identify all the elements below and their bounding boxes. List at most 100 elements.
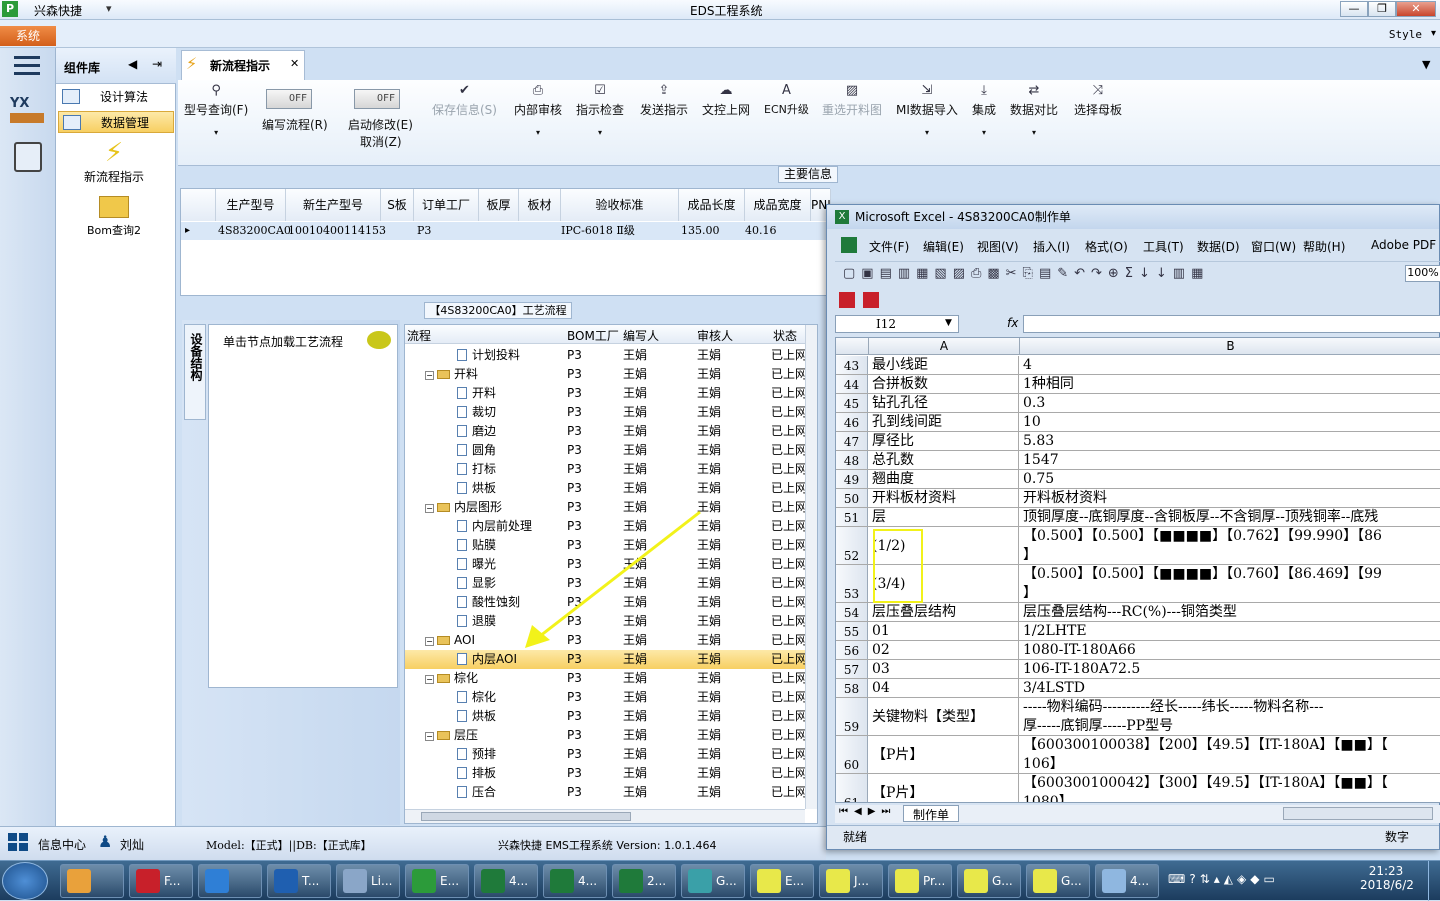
cell-b[interactable]: 3/4LSTD	[1020, 679, 1440, 697]
cell-a[interactable]: 关键物料【类型】	[869, 698, 1019, 735]
cell-b[interactable]: 【0.500】【0.500】【■■■■】【0.760】【86.469】【99 】	[1020, 565, 1440, 602]
reselect-cut-image-button[interactable]: ▨ 重选开料图	[822, 83, 882, 118]
collapse-icon[interactable]: −	[425, 675, 434, 684]
row-number[interactable]: 60	[836, 736, 868, 773]
doc-control-online-button[interactable]: ☁ 文控上网	[702, 83, 750, 118]
new-flow-instruction-item[interactable]: ⚡ 新流程指示	[56, 138, 172, 188]
menu-insert[interactable]: 插入(I)	[1033, 238, 1070, 255]
menu-adobe-pdf[interactable]: Adobe PDF	[1371, 238, 1436, 252]
column-header[interactable]: 编写人	[623, 327, 659, 344]
cancel-modify-button[interactable]: 取消(Z)	[360, 133, 402, 150]
menu-data[interactable]: 数据(D)	[1197, 238, 1240, 255]
row-number[interactable]: 46	[836, 413, 868, 431]
save-info-button[interactable]: ✔ 保存信息(S)	[432, 83, 497, 118]
column-header[interactable]: 新生产型号	[286, 189, 381, 221]
worksheet-row[interactable]: 50 开料板材资料 开料板材资料	[836, 489, 1440, 508]
horizontal-scrollbar[interactable]	[1283, 807, 1433, 820]
restore-button[interactable]: ❐	[1368, 1, 1396, 17]
name-box-dropdown-icon[interactable]: ▼	[945, 318, 952, 328]
tree-row[interactable]: 曝光 P3 王娟 王娟 已上网	[405, 555, 815, 574]
cell-b[interactable]: 顶铜厚度--底铜厚度--含铜板厚--不含铜厚--顶残铜率--底残	[1020, 508, 1440, 526]
cell-b[interactable]: 【0.500】【0.500】【■■■■】【0.762】【99.990】【86 】	[1020, 527, 1440, 564]
menu-format[interactable]: 格式(O)	[1085, 238, 1128, 255]
cell-b[interactable]: 5.83	[1020, 432, 1440, 450]
column-header[interactable]: 成品长度	[679, 189, 745, 221]
worksheet-row[interactable]: 60 【P片】 【600300100038】【200】【49.5】【IT-180A】…	[836, 736, 1440, 774]
select-all-corner[interactable]	[836, 338, 869, 355]
collapse-icon[interactable]: −	[425, 732, 434, 741]
tree-row[interactable]: 计划投料 P3 王娟 王娟 已上网	[405, 346, 815, 365]
formula-bar[interactable]	[1023, 315, 1440, 333]
close-tab-icon[interactable]: ✕	[290, 57, 299, 70]
cell-a[interactable]: 厚径比	[869, 432, 1019, 450]
component-item-design-algorithm[interactable]: 设计算法	[58, 86, 174, 108]
model-query-button[interactable]: ⚲ 型号查询(F) ▾	[184, 83, 248, 137]
cell-b[interactable]: 4	[1020, 356, 1440, 374]
cell-b[interactable]: 【600300100042】【300】【49.5】【IT-180A】【■■】【 1…	[1020, 774, 1440, 802]
row-number[interactable]: 53	[836, 565, 868, 602]
component-item-data-management[interactable]: 数据管理	[58, 111, 174, 133]
collapse-left-icon[interactable]: ◀	[128, 57, 137, 71]
cell-a[interactable]: 【P片】	[869, 736, 1019, 773]
menu-file[interactable]: 文件(F)	[869, 238, 909, 255]
row-number[interactable]: 48	[836, 451, 868, 469]
bom-query-item[interactable]: Bom查询2	[56, 196, 172, 242]
column-header[interactable]: 订单工厂	[414, 189, 479, 221]
tree-row[interactable]: 排板 P3 王娟 王娟 已上网	[405, 764, 815, 783]
tree-row[interactable]: − AOI P3 王娟 王娟 已上网	[405, 631, 815, 650]
worksheet-row[interactable]: 61 【P片】 【600300100042】【300】【49.5】【IT-180A】…	[836, 774, 1440, 802]
toolbar-icons[interactable]: ▢▣▤▥▦▧▨⎙▩✂⎘▤✎↶↷⊕Σ↓↓▥▦	[843, 266, 1209, 281]
taskbar-button[interactable]: 4...	[543, 864, 607, 898]
cell-b[interactable]: -----物料编码----------经长-----纬长-----物料名称---…	[1020, 698, 1440, 735]
menu-edit[interactable]: 编辑(E)	[923, 238, 964, 255]
worksheet-row[interactable]: 43 最小线距 4	[836, 356, 1440, 375]
taskbar-button[interactable]: Pr...	[888, 864, 952, 898]
row-number[interactable]: 54	[836, 603, 868, 621]
pdf-mail-icon[interactable]	[863, 292, 879, 308]
worksheet-row[interactable]: 55 01 1/2LHTE	[836, 622, 1440, 641]
sheet-tab-production[interactable]: 制作单	[903, 805, 959, 822]
taskbar-button[interactable]: 4...	[1095, 864, 1159, 898]
table-row[interactable]: ▸ 4S83200CA0 10010400114153 P3 IPC-6018 …	[181, 222, 829, 240]
equipment-structure-tab[interactable]: 设备结构	[184, 324, 206, 420]
select-mother-board-button[interactable]: ⤨ 选择母板	[1074, 83, 1122, 118]
column-header[interactable]: 审核人	[697, 327, 733, 344]
cell-b[interactable]: 0.3	[1020, 394, 1440, 412]
taskbar-button[interactable]: E...	[405, 864, 469, 898]
worksheet-row[interactable]: 44 合拼板数 1种相同	[836, 375, 1440, 394]
collapse-icon[interactable]: −	[425, 637, 434, 646]
tree-row[interactable]: 压合 P3 王娟 王娟 已上网	[405, 783, 815, 802]
column-header[interactable]: 成品宽度	[745, 189, 811, 221]
column-header[interactable]: 流程	[407, 327, 431, 344]
worksheet-row[interactable]: 57 03 106-IT-180A72.5	[836, 660, 1440, 679]
row-number[interactable]: 50	[836, 489, 868, 507]
taskbar-button[interactable]	[60, 864, 124, 898]
row-number[interactable]: 55	[836, 622, 868, 640]
tree-row[interactable]: 贴膜 P3 王娟 王娟 已上网	[405, 536, 815, 555]
worksheet-row[interactable]: 48 总孔数 1547	[836, 451, 1440, 470]
column-header[interactable]: S板	[381, 189, 414, 221]
taskbar-button[interactable]: 2...	[612, 864, 676, 898]
cell-a[interactable]: 层	[869, 508, 1019, 526]
worksheet-row[interactable]: 54 层压叠层结构 层压叠层结构---RC(%)---铜箔类型	[836, 603, 1440, 622]
style-dropdown-icon[interactable]: ▾	[1431, 28, 1436, 39]
data-compare-button[interactable]: ⇄ 数据对比 ▾	[1010, 83, 1058, 137]
menu-window[interactable]: 窗口(W)	[1251, 238, 1296, 255]
taskbar-button[interactable]: Li...	[336, 864, 400, 898]
worksheet-row[interactable]: 49 翘曲度 0.75	[836, 470, 1440, 489]
taskbar-button[interactable]: J...	[819, 864, 883, 898]
clock[interactable]: 21:23 2018/6/2	[1360, 864, 1414, 892]
taskbar-button[interactable]: G...	[1026, 864, 1090, 898]
taskbar-button[interactable]: F...	[129, 864, 193, 898]
worksheet-row[interactable]: 46 孔到线间距 10	[836, 413, 1440, 432]
column-header[interactable]: 生产型号	[216, 189, 286, 221]
quick-access-dropdown-icon[interactable]: ▾	[106, 2, 112, 15]
taskbar-button[interactable]: T...	[267, 864, 331, 898]
cell-a[interactable]: 02	[869, 641, 1019, 659]
tree-row[interactable]: 棕化 P3 王娟 王娟 已上网	[405, 688, 815, 707]
row-number[interactable]: 51	[836, 508, 868, 526]
cell-a[interactable]: 翘曲度	[869, 470, 1019, 488]
worksheet-row[interactable]: 47 厚径比 5.83	[836, 432, 1440, 451]
cell-b[interactable]: 1/2LHTE	[1020, 622, 1440, 640]
cell-a[interactable]: 钻孔孔径	[869, 394, 1019, 412]
